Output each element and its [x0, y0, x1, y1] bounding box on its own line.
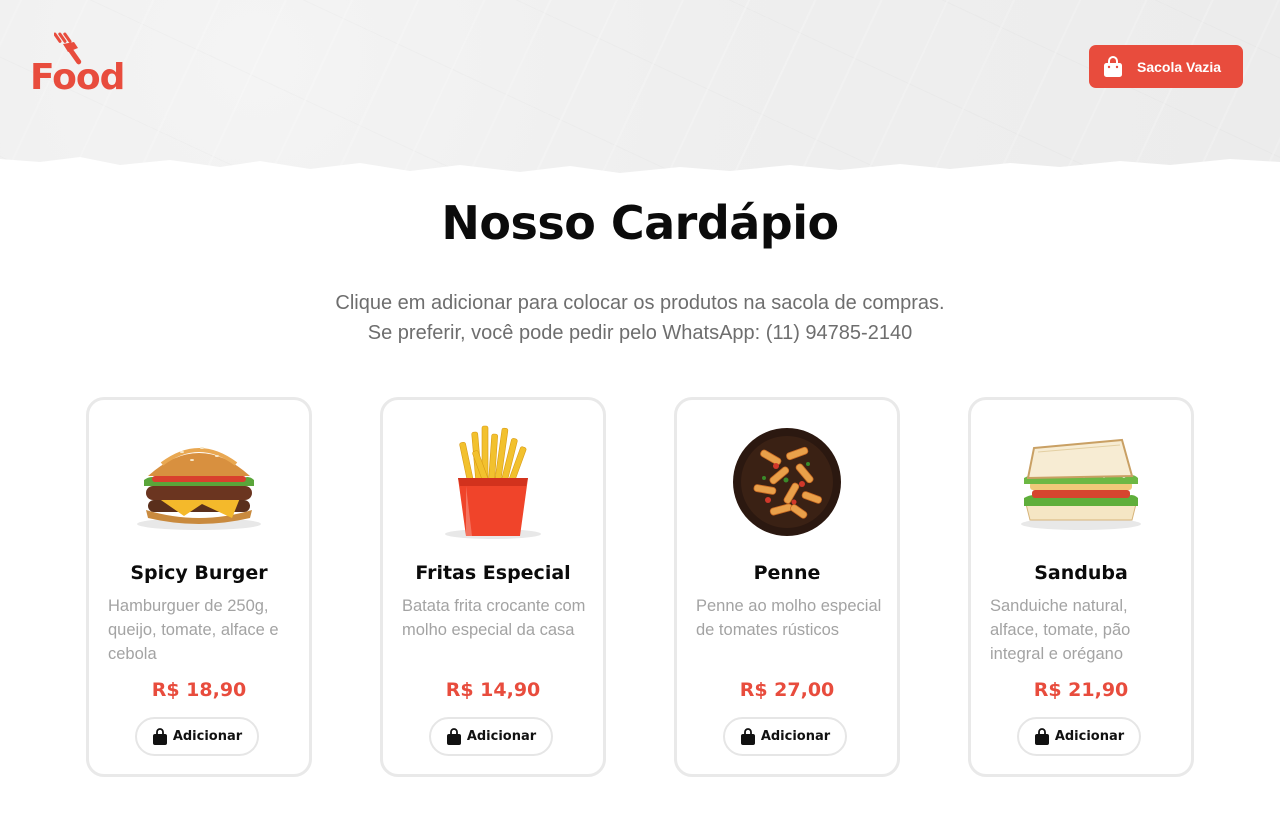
add-to-bag-button[interactable]: Adicionar	[1017, 717, 1141, 756]
product-card: Spicy Burger Hamburguer de 250g, queijo,…	[86, 397, 312, 777]
subtitle-line-2: Se preferir, você pode pedir pelo WhatsA…	[367, 322, 913, 344]
product-name: Penne	[753, 562, 821, 584]
product-card: Fritas Especial Batata frita crocante co…	[380, 397, 606, 777]
penne-image	[733, 428, 841, 536]
add-button-label: Adicionar	[1054, 729, 1125, 744]
shopping-bag-button[interactable]: Sacola Vazia	[1089, 45, 1243, 88]
product-price: R$ 18,90	[151, 679, 247, 701]
product-card: Penne Penne ao molho especial de tomates…	[674, 397, 900, 777]
product-name: Sanduba	[1034, 562, 1128, 584]
burger-image	[137, 447, 261, 530]
sandwich-image	[1021, 438, 1141, 530]
fries-image	[445, 425, 541, 539]
product-price: R$ 21,90	[1033, 679, 1129, 701]
torn-paper-edge	[0, 157, 1280, 195]
logo-text: Food	[30, 57, 125, 98]
add-button-label: Adicionar	[760, 729, 831, 744]
shopping-bag-icon	[1034, 728, 1049, 745]
subtitle-line-1: Clique em adicionar para colocar os prod…	[335, 292, 945, 314]
food-logo[interactable]: Food	[30, 32, 130, 100]
shopping-bag-icon	[1104, 55, 1122, 77]
product-price: R$ 14,90	[445, 679, 541, 701]
shopping-bag-icon	[740, 728, 755, 745]
product-price: R$ 27,00	[739, 679, 835, 701]
add-to-bag-button[interactable]: Adicionar	[429, 717, 553, 756]
product-card: Sanduba Sanduiche natural, alface, tomat…	[968, 397, 1194, 777]
product-name: Fritas Especial	[415, 562, 571, 584]
shopping-bag-icon	[446, 728, 461, 745]
bag-button-label: Sacola Vazia	[1137, 58, 1222, 75]
product-name: Spicy Burger	[130, 562, 268, 584]
add-to-bag-button[interactable]: Adicionar	[723, 717, 847, 756]
product-description: Hamburguer de 250g, queijo, tomate, alfa…	[108, 597, 279, 663]
product-description: Sanduiche natural, alface, tomate, pão i…	[990, 597, 1131, 663]
add-to-bag-button[interactable]: Adicionar	[135, 717, 259, 756]
add-button-label: Adicionar	[466, 729, 537, 744]
add-button-label: Adicionar	[172, 729, 243, 744]
product-description: Penne ao molho especial de tomates rústi…	[696, 597, 882, 639]
shopping-bag-icon	[152, 728, 167, 745]
product-description: Batata frita crocante com molho especial…	[402, 597, 586, 639]
page-title: Nosso Cardápio	[441, 196, 839, 250]
page-subtitle: Clique em adicionar para colocar os prod…	[0, 288, 1280, 348]
